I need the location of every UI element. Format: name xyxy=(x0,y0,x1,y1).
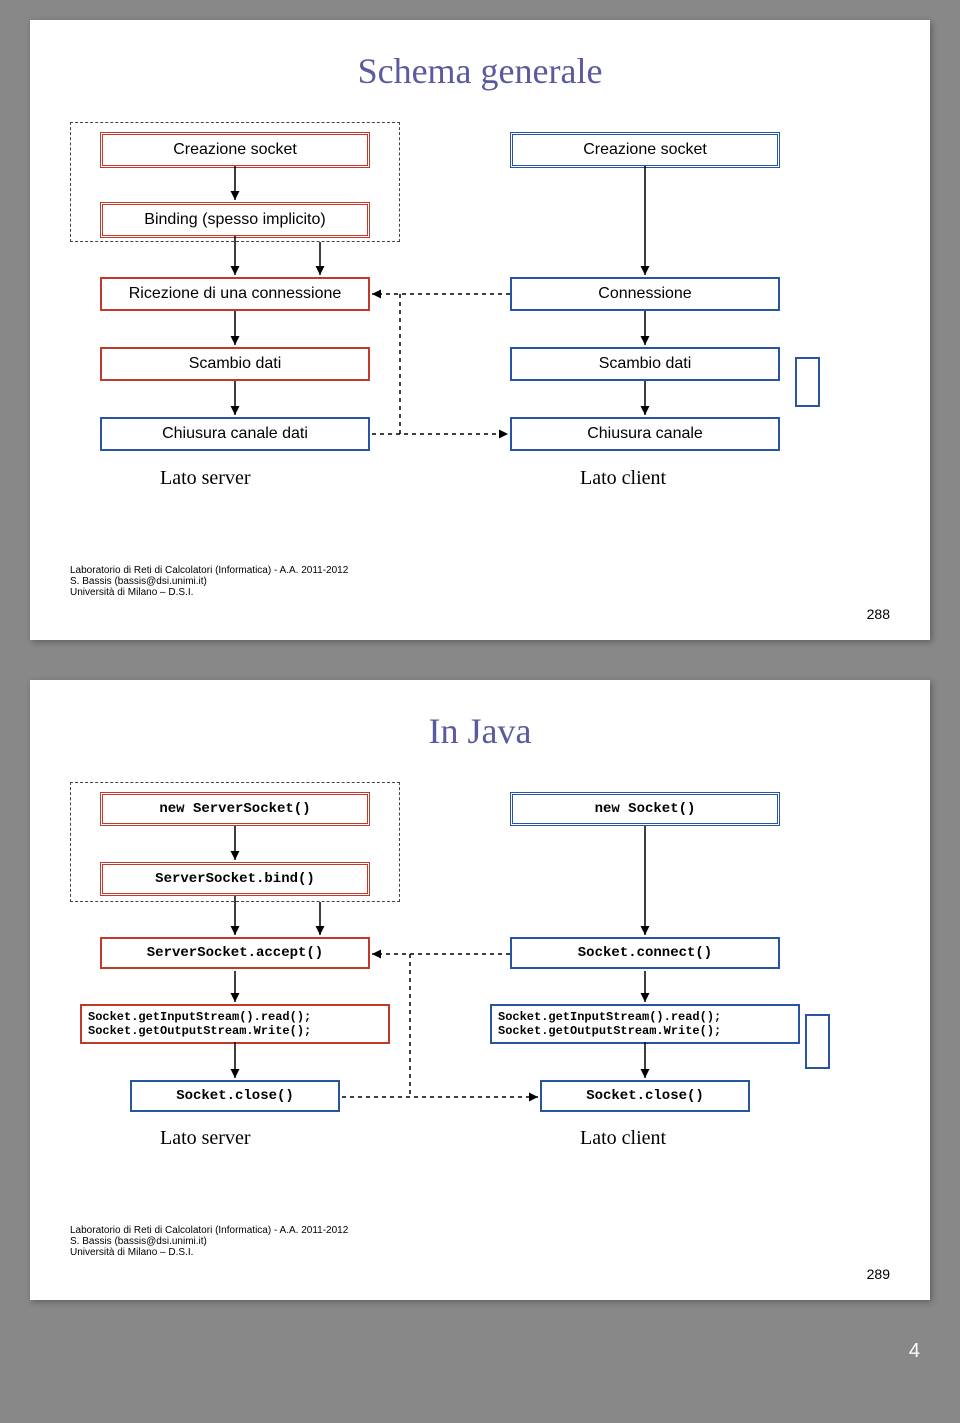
client-loop-box xyxy=(805,1014,830,1069)
footer-line1: Laboratorio di Reti di Calcolatori (Info… xyxy=(70,565,890,576)
server-side-label: Lato server xyxy=(160,467,251,490)
footer-line2: S. Bassis (bassis@dsi.unimi.it) xyxy=(70,1236,890,1247)
client-close-box: Socket.close() xyxy=(540,1080,750,1112)
diagram-flow: new ServerSocket() ServerSocket.bind() S… xyxy=(70,782,890,1202)
footer-line3: Università di Milano – D.S.I. xyxy=(70,1247,890,1258)
server-accept-box: ServerSocket.accept() xyxy=(100,937,370,969)
slide-title: In Java xyxy=(70,710,890,752)
client-create-box: Creazione socket xyxy=(510,132,780,168)
server-bind-box: ServerSocket.bind() xyxy=(100,862,370,896)
client-connect-box: Socket.connect() xyxy=(510,937,780,969)
server-create-box: Creazione socket xyxy=(100,132,370,168)
client-create-box: new Socket() xyxy=(510,792,780,826)
client-close-box: Chiusura canale xyxy=(510,417,780,451)
client-exchange-box: Socket.getInputStream().read(); Socket.g… xyxy=(490,1004,800,1044)
footer-line3: Università di Milano – D.S.I. xyxy=(70,587,890,598)
server-side-label: Lato server xyxy=(160,1127,251,1150)
slide-schema-generale: Schema generale Creazione socket Binding… xyxy=(30,20,930,640)
server-close-box: Socket.close() xyxy=(130,1080,340,1112)
server-close-box: Chiusura canale dati xyxy=(100,417,370,451)
server-create-box: new ServerSocket() xyxy=(100,792,370,826)
slide-footer: Laboratorio di Reti di Calcolatori (Info… xyxy=(70,565,890,622)
client-side-label: Lato client xyxy=(580,1127,666,1150)
server-exchange-box: Socket.getInputStream().read(); Socket.g… xyxy=(80,1004,390,1044)
server-accept-box: Ricezione di una connessione xyxy=(100,277,370,311)
server-bind-box: Binding (spesso implicito) xyxy=(100,202,370,238)
client-exchange-box: Scambio dati xyxy=(510,347,780,381)
client-connect-box: Connessione xyxy=(510,277,780,311)
footer-line1: Laboratorio di Reti di Calcolatori (Info… xyxy=(70,1225,890,1236)
document-page-number: 4 xyxy=(30,1340,930,1363)
slide-page-number: 288 xyxy=(867,606,890,622)
slide-footer: Laboratorio di Reti di Calcolatori (Info… xyxy=(70,1225,890,1282)
slide-page-number: 289 xyxy=(867,1266,890,1282)
client-side-label: Lato client xyxy=(580,467,666,490)
server-exchange-box: Scambio dati xyxy=(100,347,370,381)
client-loop-box xyxy=(795,357,820,407)
footer-line2: S. Bassis (bassis@dsi.unimi.it) xyxy=(70,576,890,587)
diagram-flow: Creazione socket Binding (spesso implici… xyxy=(70,122,890,542)
slide-in-java: In Java new ServerSocket() ServerSocket.… xyxy=(30,680,930,1300)
slide-title: Schema generale xyxy=(70,50,890,92)
